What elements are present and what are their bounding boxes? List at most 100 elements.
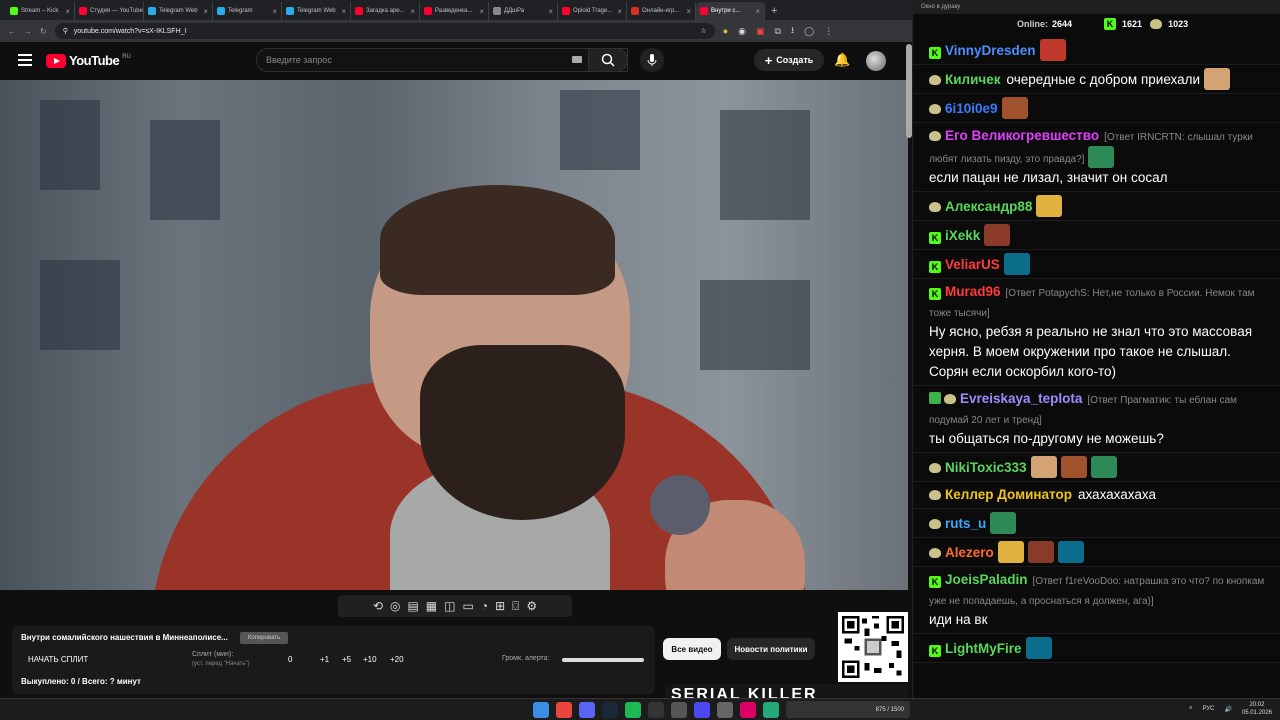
chat-message[interactable]: 6i10i0e9 — [913, 94, 1280, 123]
speed-icon[interactable]: ◔ — [481, 599, 488, 613]
chip-policy-news[interactable]: Новости политики — [727, 638, 815, 660]
keyboard-icon[interactable] — [572, 56, 582, 63]
browser-tab[interactable]: Онлайн-игр... × — [627, 2, 696, 20]
chat-username[interactable]: LightMyFire — [945, 641, 1022, 656]
chat-message[interactable]: Evreiskaya_teplota [Ответ Прагматик: ты е… — [913, 386, 1280, 453]
chat-message-list[interactable]: K VinnyDresden Киличек очередные с добром п… — [913, 36, 1280, 698]
chat-message[interactable]: Его Великогревшество [Ответ IRNCRTN: слыш… — [913, 123, 1280, 192]
youtube-logo[interactable]: YouTube RU — [46, 53, 131, 68]
star-icon[interactable]: ☆ — [700, 27, 706, 35]
chat-message[interactable]: K LightMyFire — [913, 634, 1280, 663]
browser-tab[interactable]: Telegram Web × — [144, 2, 213, 20]
chat-message[interactable]: Киличек очередные с добром приехали — [913, 65, 1280, 94]
reload-icon[interactable]: ↻ — [40, 27, 47, 36]
loop-icon[interactable]: ⟲ — [373, 599, 383, 613]
increment-button[interactable]: +5 — [342, 655, 351, 664]
split-value-field[interactable]: 0 — [288, 655, 292, 664]
browser-tab[interactable]: ДДшРа × — [489, 2, 558, 20]
voice-search-button[interactable] — [640, 48, 664, 72]
volume-icon[interactable]: 🔊 — [1224, 706, 1231, 713]
increment-button[interactable]: +20 — [390, 655, 404, 664]
language-indicator[interactable]: РУС — [1202, 706, 1214, 712]
app-icon[interactable] — [671, 702, 687, 718]
chat-username[interactable]: 6i10i0e9 — [945, 101, 998, 116]
create-button[interactable]: + Создать — [754, 49, 824, 71]
tab-close-icon[interactable]: × — [341, 7, 346, 16]
menu-icon[interactable]: ⋮ — [824, 26, 833, 37]
chat-message[interactable]: KiXekk — [913, 221, 1280, 250]
copy-button[interactable]: Копировать — [240, 632, 288, 644]
discord-icon[interactable] — [579, 702, 595, 718]
settings-gear-icon[interactable]: ⚙ — [526, 599, 537, 613]
broadcast-icon[interactable]: ◎ — [390, 599, 400, 613]
chat-message[interactable]: K VinnyDresden — [913, 36, 1280, 65]
notifications-bell-icon[interactable]: 🔔 — [834, 52, 850, 68]
download-icon[interactable]: ⭳ — [791, 23, 794, 39]
clock[interactable]: 20:02 05.01.2026 — [1242, 701, 1272, 717]
tab-close-icon[interactable]: × — [410, 7, 415, 16]
browser-tab[interactable]: Opioid Trage... × — [558, 2, 627, 20]
video-thumbnail[interactable]: SERIAL KILLER — [665, 684, 908, 698]
url-field[interactable]: ⚲ youtube.com/watch?v=sX-IKLSFH_I ☆ — [54, 23, 715, 39]
browser-tab[interactable]: Внутри с... × — [696, 2, 765, 20]
chat-username[interactable]: Murad96 — [945, 284, 1001, 299]
pip-icon[interactable]: ◫ — [444, 599, 455, 613]
chat-username[interactable]: Evreiskaya_teplota — [960, 391, 1082, 406]
chat-message[interactable]: Келлер Доминатор ахахахахаха — [913, 482, 1280, 509]
hamburger-menu-icon[interactable] — [18, 54, 32, 66]
search-button[interactable] — [588, 48, 628, 72]
chat-username[interactable]: JoeisPaladin — [945, 572, 1028, 587]
taskbar-widget[interactable]: 875 / 1500 — [786, 701, 910, 718]
chat-message[interactable]: K Murad96 [Ответ PotapychS: Нет,не только … — [913, 279, 1280, 386]
browser-tab[interactable]: Stream – Kick × — [6, 2, 75, 20]
chat-username[interactable]: ruts_u — [945, 516, 986, 531]
forward-icon[interactable]: → — [24, 27, 32, 36]
browser-tab[interactable]: Telegram Web × — [282, 2, 351, 20]
clapper-icon[interactable]: ▦ — [426, 599, 437, 613]
puzzle-icon[interactable]: ⧉ — [775, 26, 781, 37]
tab-close-icon[interactable]: × — [686, 7, 691, 16]
tray-arrow-icon[interactable]: ˄ — [1189, 706, 1193, 712]
chat-username[interactable]: iXekk — [945, 228, 980, 243]
chat-username[interactable]: Киличек — [945, 72, 1001, 87]
increment-button[interactable]: +1 — [320, 655, 329, 664]
chat-username[interactable]: Его Великогревшество — [945, 128, 1099, 143]
spotify-icon[interactable] — [625, 702, 641, 718]
tab-close-icon[interactable]: × — [755, 7, 760, 16]
browser-tab[interactable]: Telegram × — [213, 2, 282, 20]
tab-close-icon[interactable]: × — [548, 7, 553, 16]
chat-message[interactable]: K VeliarUS — [913, 250, 1280, 279]
chat-username[interactable]: Александр88 — [945, 199, 1032, 214]
tab-close-icon[interactable]: × — [203, 7, 208, 16]
profile-icon[interactable]: ◯ — [804, 26, 814, 37]
obs-icon[interactable] — [648, 702, 664, 718]
chat-username[interactable]: Келлер Доминатор — [945, 487, 1072, 502]
tab-close-icon[interactable]: × — [272, 7, 277, 16]
chat-username[interactable]: Alezero — [945, 545, 994, 560]
chat-message[interactable]: NikiToxic333 — [913, 453, 1280, 482]
new-tab-icon[interactable]: + — [771, 5, 777, 17]
tab-close-icon[interactable]: × — [479, 7, 484, 16]
back-icon[interactable]: ← — [8, 27, 16, 36]
chat-username[interactable]: VeliarUS — [945, 257, 1000, 272]
playlist-icon[interactable]: ▤ — [407, 599, 418, 613]
add-icon[interactable]: ⊞ — [495, 599, 505, 613]
extension-icon[interactable]: ● — [723, 26, 728, 36]
video-player[interactable] — [0, 80, 908, 590]
steam-icon[interactable] — [602, 702, 618, 718]
app-icon[interactable] — [717, 702, 733, 718]
browser-tab[interactable]: Студия — YouTube× — [75, 2, 144, 20]
browser-tab[interactable]: Загадка аре... × — [351, 2, 420, 20]
app-icon[interactable] — [694, 702, 710, 718]
tab-close-icon[interactable]: × — [65, 7, 70, 16]
chat-message[interactable]: ruts_u — [913, 509, 1280, 538]
tab-close-icon[interactable]: × — [617, 7, 622, 16]
avatar[interactable] — [866, 51, 886, 71]
chip-all-videos[interactable]: Все видео — [663, 638, 721, 660]
alert-volume-slider[interactable] — [562, 658, 644, 662]
site-info-icon[interactable]: ⚲ — [63, 27, 68, 35]
chat-message[interactable]: Alezero — [913, 538, 1280, 567]
browser-tab[interactable]: Разведенка... × — [420, 2, 489, 20]
app-icon[interactable] — [763, 702, 779, 718]
chat-username[interactable]: VinnyDresden — [945, 43, 1036, 58]
